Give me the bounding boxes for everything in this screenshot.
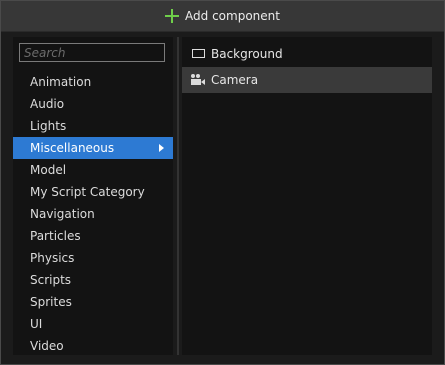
category-label: Sprites bbox=[30, 295, 72, 309]
camera-icon bbox=[191, 74, 207, 86]
component-item-background[interactable]: Background bbox=[182, 41, 432, 67]
category-item-ui[interactable]: UI bbox=[13, 313, 173, 335]
plus-icon bbox=[165, 9, 180, 23]
category-label: Particles bbox=[30, 229, 81, 243]
category-item-scripts[interactable]: Scripts bbox=[13, 269, 173, 291]
category-item-sprites[interactable]: Sprites bbox=[13, 291, 173, 313]
category-item-model[interactable]: Model bbox=[13, 159, 173, 181]
category-panel: Animation Audio Lights Miscellaneous Mod… bbox=[13, 37, 173, 355]
chevron-right-icon bbox=[159, 144, 164, 152]
category-label: My Script Category bbox=[30, 185, 145, 199]
category-label: Model bbox=[30, 163, 67, 177]
category-item-miscellaneous[interactable]: Miscellaneous bbox=[13, 137, 173, 159]
category-item-my-script-category[interactable]: My Script Category bbox=[13, 181, 173, 203]
category-item-audio[interactable]: Audio bbox=[13, 93, 173, 115]
search-input[interactable] bbox=[19, 43, 165, 62]
add-component-button[interactable]: Add component bbox=[165, 9, 280, 23]
component-label: Camera bbox=[211, 73, 259, 87]
category-item-physics[interactable]: Physics bbox=[13, 247, 173, 269]
background-icon bbox=[192, 49, 205, 58]
category-label: Miscellaneous bbox=[30, 141, 115, 155]
category-item-lights[interactable]: Lights bbox=[13, 115, 173, 137]
category-item-video[interactable]: Video bbox=[13, 335, 173, 357]
panel-divider[interactable] bbox=[177, 37, 179, 355]
category-label: Scripts bbox=[30, 273, 72, 287]
category-label: Navigation bbox=[30, 207, 95, 221]
category-label: Lights bbox=[30, 119, 67, 133]
category-label: Video bbox=[30, 339, 64, 353]
category-label: Animation bbox=[30, 75, 92, 89]
category-list: Animation Audio Lights Miscellaneous Mod… bbox=[13, 71, 173, 357]
category-item-particles[interactable]: Particles bbox=[13, 225, 173, 247]
component-list: Background Camera bbox=[182, 41, 432, 93]
component-label: Background bbox=[211, 47, 283, 61]
category-label: Audio bbox=[30, 97, 65, 111]
dialog-title: Add component bbox=[185, 9, 280, 23]
category-item-navigation[interactable]: Navigation bbox=[13, 203, 173, 225]
component-panel: Background Camera bbox=[182, 37, 432, 355]
component-item-camera[interactable]: Camera bbox=[182, 67, 432, 93]
add-component-dialog: Add component Animation Audio Lights Mis… bbox=[0, 0, 445, 365]
category-label: Physics bbox=[30, 251, 75, 265]
category-item-animation[interactable]: Animation bbox=[13, 71, 173, 93]
category-label: UI bbox=[30, 317, 43, 331]
dialog-header: Add component bbox=[1, 1, 444, 32]
